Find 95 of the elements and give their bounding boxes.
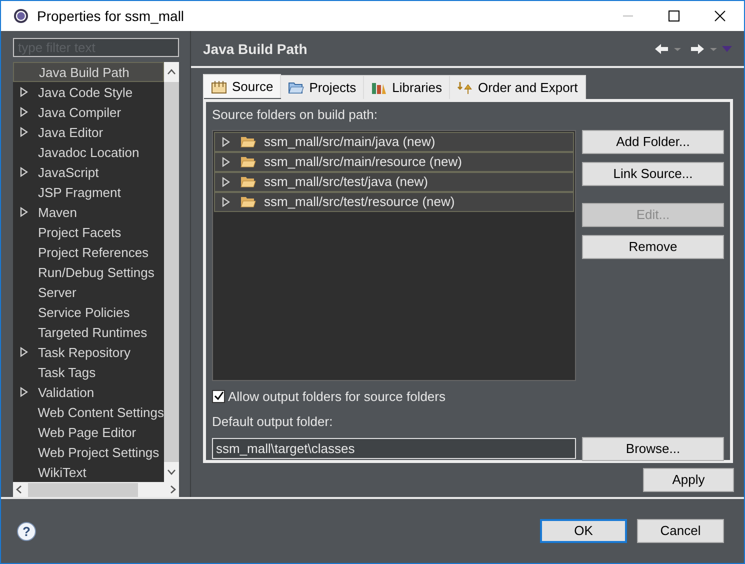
tree-item[interactable]: Task Repository bbox=[13, 342, 164, 362]
folder-icon bbox=[288, 80, 304, 94]
tree-item[interactable]: Targeted Runtimes bbox=[13, 322, 164, 342]
back-icon[interactable] bbox=[654, 43, 682, 55]
tab[interactable]: Libraries bbox=[364, 75, 450, 99]
tree-item[interactable]: Web Project Settings bbox=[13, 442, 164, 462]
help-icon[interactable]: ? bbox=[17, 522, 36, 540]
tree-item-label: Run/Debug Settings bbox=[38, 264, 154, 282]
ok-button[interactable]: OK bbox=[540, 519, 627, 543]
browse-button[interactable]: Browse... bbox=[582, 436, 724, 460]
tree-item[interactable]: JSP Fragment bbox=[13, 182, 164, 202]
tree-item[interactable]: Web Content Settings bbox=[13, 402, 164, 422]
expander-icon[interactable] bbox=[20, 167, 28, 178]
tree-item[interactable]: Service Policies bbox=[13, 302, 164, 322]
folder-row[interactable]: ssm_mall/src/main/resource (new) bbox=[214, 152, 574, 172]
tree-item-label: Project References bbox=[38, 244, 149, 262]
folder-icon bbox=[240, 175, 256, 188]
tree-item-label: Service Policies bbox=[38, 304, 130, 322]
tree-item-label: Web Project Settings bbox=[38, 444, 160, 462]
scroll-down-icon[interactable] bbox=[167, 469, 176, 476]
tree-item[interactable]: Project References bbox=[13, 242, 164, 262]
tree-item[interactable]: Maven bbox=[13, 202, 164, 222]
action-button[interactable]: Add Folder... bbox=[582, 130, 724, 154]
tree-item-label: Maven bbox=[38, 204, 78, 222]
action-button[interactable]: Link Source... bbox=[582, 162, 724, 186]
action-button[interactable]: Remove bbox=[582, 234, 724, 258]
tree-item-label: Server bbox=[38, 284, 76, 302]
tree-item[interactable]: Run/Debug Settings bbox=[13, 262, 164, 282]
expander-icon[interactable] bbox=[20, 107, 28, 118]
close-icon[interactable] bbox=[714, 10, 726, 22]
tree-item-label: WikiText bbox=[38, 464, 86, 482]
scroll-up-icon[interactable] bbox=[167, 69, 176, 76]
tree-item-label: Project Facets bbox=[38, 224, 122, 242]
tab[interactable]: Projects bbox=[281, 75, 364, 99]
checkbox-label: Allow output folders for source folders bbox=[228, 388, 446, 406]
expander-icon[interactable] bbox=[20, 387, 28, 398]
folder-icon bbox=[240, 135, 256, 148]
arrows-icon bbox=[457, 80, 474, 94]
expander-icon[interactable] bbox=[20, 347, 28, 358]
maximize-icon[interactable] bbox=[668, 10, 680, 22]
field-label: Default output folder: bbox=[212, 413, 334, 431]
tree-item[interactable]: Server bbox=[13, 282, 164, 302]
folder-path: ssm_mall/src/test/resource (new) bbox=[264, 192, 455, 211]
tree-item-label: Web Page Editor bbox=[38, 424, 136, 442]
tree-item[interactable]: WikiText bbox=[13, 462, 164, 482]
tree-item[interactable]: JavaScript bbox=[13, 162, 164, 182]
output-folder-field[interactable]: ssm_mall\target\classes bbox=[212, 438, 576, 458]
tree-item[interactable]: Web Page Editor bbox=[13, 422, 164, 442]
folder-row[interactable]: ssm_mall/src/main/java (new) bbox=[214, 132, 574, 152]
folder-row[interactable]: ssm_mall/src/test/java (new) bbox=[214, 172, 574, 192]
folder-icon bbox=[240, 195, 256, 208]
tree-item-label: Validation bbox=[38, 384, 94, 402]
tree-item-label: JSP Fragment bbox=[38, 184, 121, 202]
section-label: Source folders on build path: bbox=[212, 106, 378, 124]
tree-item-label: Javadoc Location bbox=[38, 144, 140, 162]
page-title: Java Build Path bbox=[203, 40, 308, 58]
tree-item-label: Task Repository bbox=[38, 344, 130, 362]
expander-icon[interactable] bbox=[20, 127, 28, 138]
scroll-left-icon[interactable] bbox=[16, 485, 22, 494]
tree-item-label: Java Build Path bbox=[39, 64, 130, 82]
books-icon bbox=[371, 80, 388, 94]
tree-item-label: JavaScript bbox=[38, 164, 99, 182]
tree-item-label: Web Content Settings bbox=[38, 404, 164, 422]
folder-icon bbox=[240, 155, 256, 168]
window-title: Properties for ssm_mall bbox=[37, 6, 184, 26]
cancel-button[interactable]: Cancel bbox=[637, 519, 724, 543]
tree-item[interactable]: Java Code Style bbox=[13, 82, 164, 102]
tree-item[interactable]: Java Build Path bbox=[13, 62, 164, 82]
tree-item[interactable]: Java Compiler bbox=[13, 102, 164, 122]
tree-item[interactable]: Javadoc Location bbox=[13, 142, 164, 162]
folder-path: ssm_mall/src/main/java (new) bbox=[264, 132, 436, 151]
folder-row[interactable]: ssm_mall/src/test/resource (new) bbox=[214, 192, 574, 212]
tree-item-label: Java Code Style bbox=[38, 84, 133, 102]
tree-item[interactable]: Task Tags bbox=[13, 362, 164, 382]
checkbox[interactable] bbox=[212, 390, 225, 403]
tree-item-label: Java Compiler bbox=[38, 104, 122, 122]
expander-icon[interactable] bbox=[20, 207, 28, 218]
folder-path: ssm_mall/src/main/resource (new) bbox=[264, 152, 462, 171]
scroll-right-icon[interactable] bbox=[170, 485, 176, 494]
expander-icon[interactable] bbox=[20, 87, 28, 98]
tree-item[interactable]: Java Editor bbox=[13, 122, 164, 142]
tree-item-label: Targeted Runtimes bbox=[38, 324, 148, 342]
tab[interactable]: Order and Export bbox=[450, 75, 586, 99]
tree-item[interactable]: Validation bbox=[13, 382, 164, 402]
tree-item-label: Java Editor bbox=[38, 124, 104, 142]
vertical-scrollbar[interactable] bbox=[164, 62, 179, 482]
apply-button[interactable]: Apply bbox=[643, 468, 734, 492]
package-icon bbox=[211, 80, 227, 94]
forward-icon[interactable] bbox=[690, 43, 718, 55]
tab[interactable]: Source bbox=[204, 74, 282, 98]
check-icon bbox=[214, 391, 224, 402]
horizontal-scrollbar[interactable] bbox=[13, 482, 179, 497]
folder-path: ssm_mall/src/test/java (new) bbox=[264, 172, 428, 191]
tree-item[interactable]: Project Facets bbox=[13, 222, 164, 242]
tree-item-label: Task Tags bbox=[38, 364, 96, 382]
